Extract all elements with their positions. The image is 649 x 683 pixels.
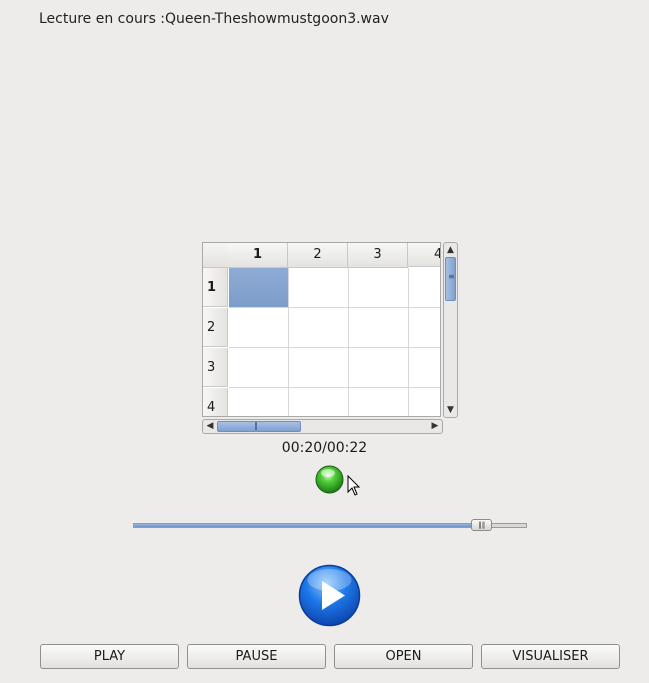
- column-header-2[interactable]: 2: [288, 243, 348, 268]
- column-header-4[interactable]: 4: [408, 243, 440, 267]
- table-cell-r3-c3[interactable]: [349, 348, 409, 388]
- table-cell-r3-c1[interactable]: [229, 348, 289, 388]
- table-vertical-scrollbar[interactable]: ▲ ≡ ▼: [443, 242, 458, 418]
- grip-icon: ‖: [254, 421, 258, 430]
- column-header-3[interactable]: 3: [348, 243, 408, 268]
- column-header-1[interactable]: 1: [228, 243, 288, 268]
- table-cell-r2-c2[interactable]: [289, 308, 349, 348]
- visualize-button[interactable]: VISUALISER: [481, 644, 620, 669]
- progress-slider[interactable]: [133, 523, 527, 528]
- data-table[interactable]: 1 2 3 4 1 2 3 4 ▲ ≡ ▼ ◀ ‖: [202, 242, 458, 435]
- table-cell-r2-c1[interactable]: [229, 308, 289, 348]
- table-cell-r1-c4[interactable]: [409, 268, 440, 308]
- green-ball-icon: [315, 465, 344, 494]
- table-cell-r4-c1[interactable]: [229, 388, 289, 416]
- table-cell-r1-c1[interactable]: [229, 268, 289, 308]
- row-header-2[interactable]: 2: [203, 308, 228, 347]
- table-cell-r4-c3[interactable]: [349, 388, 409, 416]
- open-button[interactable]: OPEN: [334, 644, 473, 669]
- table-cell-r1-c2[interactable]: [289, 268, 349, 308]
- scroll-right-arrow-icon[interactable]: ▶: [428, 420, 442, 433]
- table-cell-r3-c4[interactable]: [409, 348, 440, 388]
- table-cell-r2-c3[interactable]: [349, 308, 409, 348]
- table-cell-r4-c2[interactable]: [289, 388, 349, 416]
- play-circle-icon[interactable]: [298, 564, 361, 627]
- table-cell-r1-c3[interactable]: [349, 268, 409, 308]
- row-header-1[interactable]: 1: [203, 268, 228, 307]
- horizontal-scroll-thumb[interactable]: ‖: [217, 421, 301, 432]
- table-cell-r4-c4[interactable]: [409, 388, 440, 416]
- row-header-4[interactable]: 4: [203, 388, 228, 416]
- table-corner[interactable]: [203, 243, 229, 268]
- now-playing-text: Lecture en cours :Queen-Theshowmustgoon3…: [39, 11, 389, 27]
- table-cell-r2-c4[interactable]: [409, 308, 440, 348]
- table-grid: 1 2 3 4 1 2 3 4: [202, 242, 441, 417]
- progress-slider-fill: [134, 524, 483, 527]
- now-playing-label: Lecture en cours :: [39, 11, 166, 27]
- scroll-down-arrow-icon[interactable]: ▼: [444, 403, 457, 417]
- progress-slider-handle[interactable]: ‖‖: [471, 519, 493, 531]
- scroll-up-arrow-icon[interactable]: ▲: [444, 243, 457, 257]
- table-cell-r3-c2[interactable]: [289, 348, 349, 388]
- vertical-scroll-thumb[interactable]: ≡: [445, 257, 456, 301]
- scroll-left-arrow-icon[interactable]: ◀: [203, 420, 217, 433]
- row-header-3[interactable]: 3: [203, 348, 228, 387]
- now-playing-filename: Queen-Theshowmustgoon3.wav: [165, 11, 389, 27]
- grip-icon: ≡: [448, 272, 455, 281]
- play-button[interactable]: PLAY: [40, 644, 179, 669]
- pause-button[interactable]: PAUSE: [187, 644, 326, 669]
- mouse-cursor-icon: [347, 475, 361, 496]
- playback-time: 00:20/00:22: [281, 440, 368, 456]
- table-horizontal-scrollbar[interactable]: ◀ ‖ ▶: [202, 419, 443, 434]
